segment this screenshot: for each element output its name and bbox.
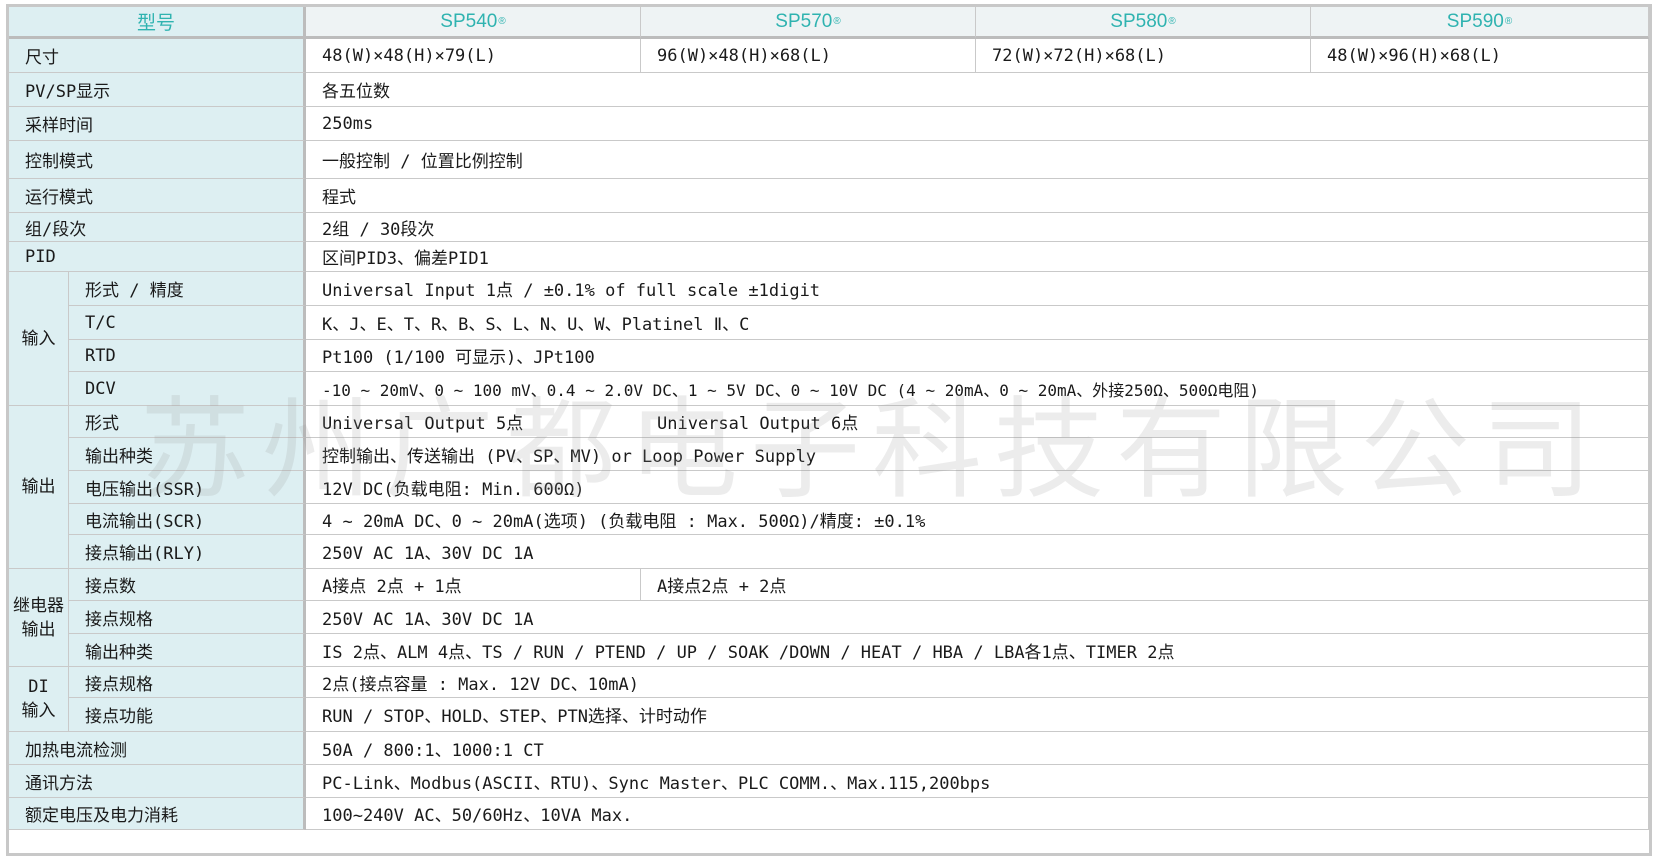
output-scr-value: 4 ~ 20mA DC、0 ~ 20mA(选项) (负载电阻 : Max. 50… — [306, 504, 1649, 535]
output-sub-label: 输出种类 — [69, 438, 306, 471]
size-sp580: 72(W)×72(H)×68(L) — [976, 39, 1311, 73]
row-label-sampling: 采样时间 — [9, 107, 306, 141]
size-sp540: 48(W)×48(H)×79(L) — [306, 39, 641, 73]
registered-mark: ® — [833, 16, 841, 27]
di-sub-label: 接点功能 — [69, 698, 306, 732]
header-model-sp580: SP580 ® — [976, 7, 1311, 39]
group-label-input: 输入 — [9, 272, 69, 406]
model-name: SP580 — [1110, 10, 1168, 32]
run-mode-value: 程式 — [306, 179, 1649, 213]
group-label-line: DI — [28, 677, 49, 697]
size-sp590: 48(W)×96(H)×68(L) — [1311, 39, 1649, 73]
output-sub-label: 接点输出(RLY) — [69, 535, 306, 569]
heater-current-value: 50A / 800:1、1000:1 CT — [306, 732, 1649, 765]
input-tc-value: K、J、E、T、R、B、S、L、N、U、W、Platinel Ⅱ、C — [306, 306, 1649, 340]
di-sub-label: 接点规格 — [69, 667, 306, 698]
model-name: SP590 — [1446, 10, 1504, 32]
row-label-display: PV/SP显示 — [9, 73, 306, 107]
sampling-value: 250ms — [306, 107, 1649, 141]
row-label-group-segment: 组/段次 — [9, 213, 306, 242]
power-value: 100~240V AC、50/60Hz、10VA Max. — [306, 798, 1649, 830]
input-sub-label: 形式 / 精度 — [69, 272, 306, 306]
output-form-value-b: Universal Output 6点 — [641, 406, 1649, 438]
input-rtd-value: Pt100 (1/100 可显示)、JPt100 — [306, 340, 1649, 372]
output-sub-label: 电压输出(SSR) — [69, 471, 306, 504]
relay-count-value-a: A接点 2点 + 1点 — [306, 569, 641, 601]
relay-count-value-b: A接点2点 + 2点 — [641, 569, 1649, 601]
output-sub-label: 形式 — [69, 406, 306, 438]
output-form-value-a: Universal Output 5点 — [306, 406, 641, 438]
row-label-power: 额定电压及电力消耗 — [9, 798, 306, 830]
registered-mark: ® — [498, 16, 506, 27]
row-label-comm: 通讯方法 — [9, 765, 306, 798]
relay-type-value: IS 2点、ALM 4点、TS / RUN / PTEND / UP / SOA… — [306, 634, 1649, 667]
header-model-sp570: SP570 ® — [641, 7, 976, 39]
header-model-sp590: SP590 ® — [1311, 7, 1649, 39]
header-model-sp540: SP540 ® — [306, 7, 641, 39]
group-label-output: 输出 — [9, 406, 69, 569]
group-label-line: 继电器 — [13, 595, 64, 616]
control-mode-value: 一般控制 / 位置比例控制 — [306, 141, 1649, 179]
input-sub-label: T/C — [69, 306, 306, 340]
input-sub-label: RTD — [69, 340, 306, 372]
output-ssr-value: 12V DC(负载电阻: Min. 600Ω) — [306, 471, 1649, 504]
group-label-line: 输入 — [21, 701, 56, 721]
row-label-control-mode: 控制模式 — [9, 141, 306, 179]
relay-sub-label: 接点规格 — [69, 601, 306, 634]
model-name: SP570 — [775, 10, 833, 32]
group-label-relay: 继电器 输出 — [9, 569, 69, 667]
group-label-line: 输出 — [21, 619, 56, 640]
output-rly-value: 250V AC 1A、30V DC 1A — [306, 535, 1649, 569]
relay-sub-label: 接点数 — [69, 569, 306, 601]
model-name: SP540 — [440, 10, 498, 32]
header-model-label: 型号 — [9, 7, 306, 39]
row-label-pid: PID — [9, 242, 306, 272]
spec-table-frame: 型号 SP540 ® SP570 ® SP580 ® SP590 ® 尺寸 48(W)×… — [6, 4, 1652, 856]
output-sub-label: 电流输出(SCR) — [69, 504, 306, 535]
di-function-value: RUN / STOP、HOLD、STEP、PTN选择、计时动作 — [306, 698, 1649, 732]
registered-mark: ® — [1168, 16, 1176, 27]
di-spec-value: 2点(接点容量 : Max. 12V DC、10mA) — [306, 667, 1649, 698]
group-label-di: DI 输入 — [9, 667, 69, 732]
row-label-run-mode: 运行模式 — [9, 179, 306, 213]
relay-spec-value: 250V AC 1A、30V DC 1A — [306, 601, 1649, 634]
spec-table: 型号 SP540 ® SP570 ® SP580 ® SP590 ® 尺寸 48(W)×… — [9, 7, 1649, 853]
input-form-value: Universal Input 1点 / ±0.1% of full scale… — [306, 272, 1649, 306]
output-type-value: 控制输出、传送输出 (PV、SP、MV) or Loop Power Suppl… — [306, 438, 1649, 471]
group-segment-value: 2组 / 30段次 — [306, 213, 1649, 242]
row-label-size: 尺寸 — [9, 39, 306, 73]
registered-mark: ® — [1504, 16, 1513, 27]
relay-sub-label: 输出种类 — [69, 634, 306, 667]
input-dcv-value: -10 ~ 20mV、0 ~ 100 mV、0.4 ~ 2.0V DC、1 ~ … — [306, 372, 1649, 406]
comm-value: PC-Link、Modbus(ASCII、RTU)、Sync Master、PL… — [306, 765, 1649, 798]
input-sub-label: DCV — [69, 372, 306, 406]
pid-value: 区间PID3、偏差PID1 — [306, 242, 1649, 272]
display-value: 各五位数 — [306, 73, 1649, 107]
row-label-heater-current: 加热电流检测 — [9, 732, 306, 765]
size-sp570: 96(W)×48(H)×68(L) — [641, 39, 976, 73]
